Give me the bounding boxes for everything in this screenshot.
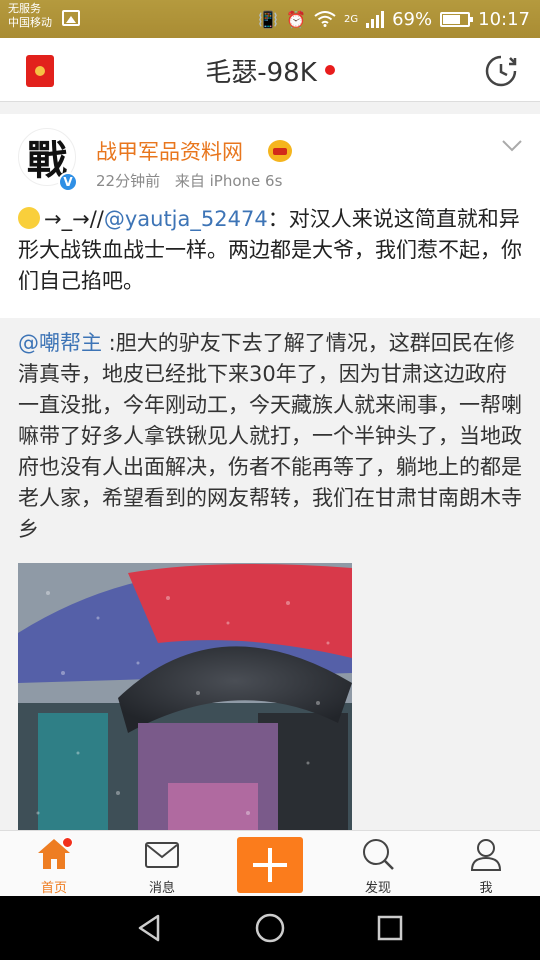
alarm-icon: ⏰ xyxy=(286,9,306,29)
repost-mention-link[interactable]: @嘲帮主 xyxy=(18,331,102,355)
post-source: 来自 iPhone 6s xyxy=(174,172,283,190)
status-icons: 📳 ⏰ 2G 69% 10:17 xyxy=(258,0,530,38)
carrier-status: 无服务 xyxy=(8,2,41,15)
title-bar: 毛瑟-98K xyxy=(0,38,540,102)
chevron-down-icon[interactable] xyxy=(502,140,522,152)
photo-image xyxy=(18,563,352,830)
message-icon xyxy=(145,842,179,868)
post-photo[interactable] xyxy=(18,563,352,830)
vibrate-icon: 📳 xyxy=(258,9,279,29)
tab-messages-label: 消息 xyxy=(148,881,175,896)
unread-dot xyxy=(324,65,335,75)
profile-icon xyxy=(470,839,502,871)
recents-icon[interactable] xyxy=(372,910,408,946)
home-button-icon[interactable] xyxy=(252,910,288,946)
wifi-icon xyxy=(314,11,336,27)
tab-home[interactable]: 首页 xyxy=(0,831,108,897)
page-title[interactable]: 毛瑟-98K xyxy=(205,52,317,89)
tab-profile[interactable]: 我 xyxy=(432,831,540,897)
signal-icon xyxy=(366,10,385,28)
gallery-notification-icon xyxy=(62,10,80,26)
discover-search-icon xyxy=(363,839,394,870)
battery-level xyxy=(443,14,461,24)
tab-discover[interactable]: 发现 xyxy=(324,831,432,897)
tab-bar: 首页 消息 发现 我 xyxy=(0,830,540,896)
tab-home-badge xyxy=(62,837,73,848)
carrier-name: 中国移动 xyxy=(8,16,52,29)
post-text-prefix: →_→// xyxy=(44,207,104,231)
back-icon[interactable] xyxy=(132,910,168,946)
post-time: 22分钟前 xyxy=(96,172,161,190)
post-text: →_→//@yautja_52474：对汉人来说这简直就和异形大战铁血战士一样。… xyxy=(18,204,524,297)
clock: 10:17 xyxy=(478,8,530,30)
system-nav-bar xyxy=(0,896,540,960)
emoji-icon xyxy=(18,207,40,229)
tab-profile-label: 我 xyxy=(479,881,493,896)
vip-crown-icon xyxy=(268,140,292,162)
author-name[interactable]: 战甲军品资料网 xyxy=(96,136,243,166)
feed-card[interactable]: 戰 V 战甲军品资料网 22分钟前 来自 iPhone 6s →_→//@yau… xyxy=(0,114,540,830)
status-bar: 无服务 中国移动 📳 ⏰ 2G 69% 10:17 xyxy=(0,0,540,38)
repost-block[interactable]: @嘲帮主 :胆大的驴友下去了解了情况，这群回民在修清真寺，地皮已经批下来30年了… xyxy=(0,318,540,830)
post-meta: 22分钟前 来自 iPhone 6s xyxy=(96,170,282,191)
tab-messages[interactable]: 消息 xyxy=(108,831,216,897)
carrier-info: 无服务 中国移动 xyxy=(8,2,52,30)
network-type: 2G xyxy=(343,13,359,25)
repost-text: @嘲帮主 :胆大的驴友下去了解了情况，这群回民在修清真寺，地皮已经批下来30年了… xyxy=(18,328,526,545)
tab-discover-label: 发现 xyxy=(364,881,391,896)
mention-link[interactable]: @yautja_52474 xyxy=(104,207,268,231)
compose-plus-icon[interactable] xyxy=(237,837,303,893)
battery-percent: 69% xyxy=(392,8,433,30)
title-group[interactable]: 毛瑟-98K xyxy=(0,38,540,102)
battery-icon xyxy=(440,11,474,27)
repost-body: :胆大的驴友下去了解了情况，这群回民在修清真寺，地皮已经批下来30年了，因为甘肃… xyxy=(18,331,522,541)
verified-badge: V xyxy=(58,172,78,192)
tab-home-label: 首页 xyxy=(40,881,67,896)
history-icon[interactable] xyxy=(484,54,518,88)
